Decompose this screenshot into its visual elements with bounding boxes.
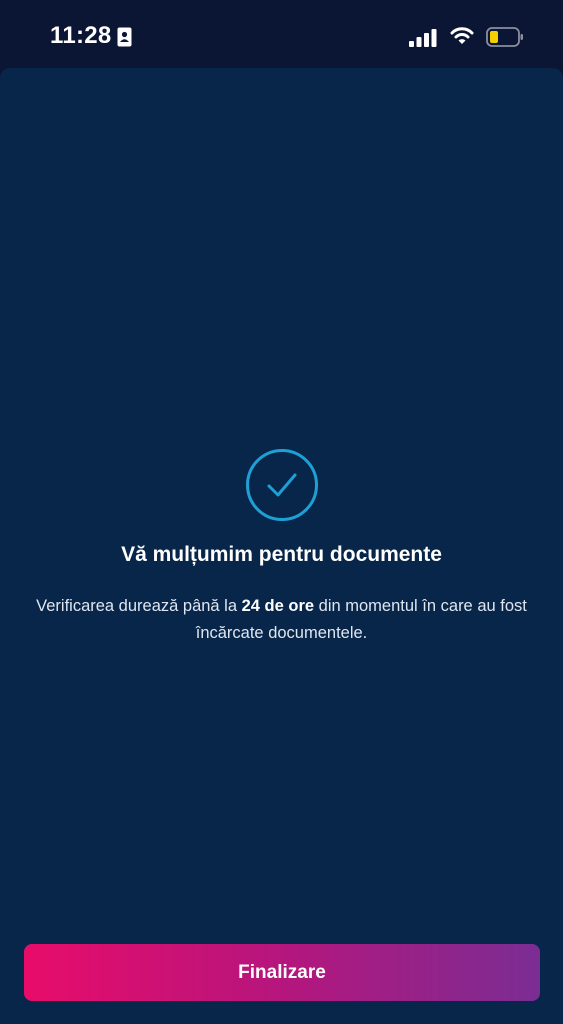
confirmation-message: Verificarea durează până la 24 de ore di…	[20, 593, 543, 647]
message-duration: 24 de ore	[241, 597, 315, 615]
cellular-signal-icon	[409, 29, 437, 47]
status-bar: 11:28	[0, 0, 563, 68]
status-time: 11:28	[50, 22, 112, 49]
screen: 11:28 Vă mulțumim pentru documente Verif…	[0, 0, 563, 1024]
finish-button[interactable]: Finalizare	[24, 944, 540, 1001]
wifi-icon	[450, 27, 474, 44]
id-card-icon	[117, 27, 132, 47]
confirmation-title: Vă mulțumim pentru documente	[121, 543, 442, 566]
checkmark-circle-icon	[246, 449, 318, 521]
message-text-start: Verificarea durează până la	[36, 597, 242, 615]
battery-icon	[486, 27, 523, 47]
